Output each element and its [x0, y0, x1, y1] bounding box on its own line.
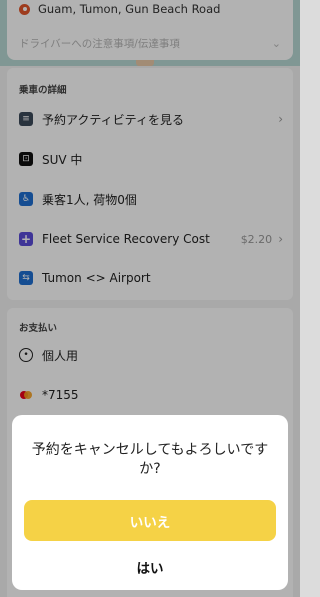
yes-button[interactable]: はい — [24, 552, 276, 582]
no-button[interactable]: いいえ — [24, 500, 276, 541]
dialog-message: 予約をキャンセルしてもよろしいですか? — [31, 442, 269, 477]
cancel-confirm-dialog: 予約をキャンセルしてもよろしいですか? いいえ はい — [12, 415, 288, 590]
